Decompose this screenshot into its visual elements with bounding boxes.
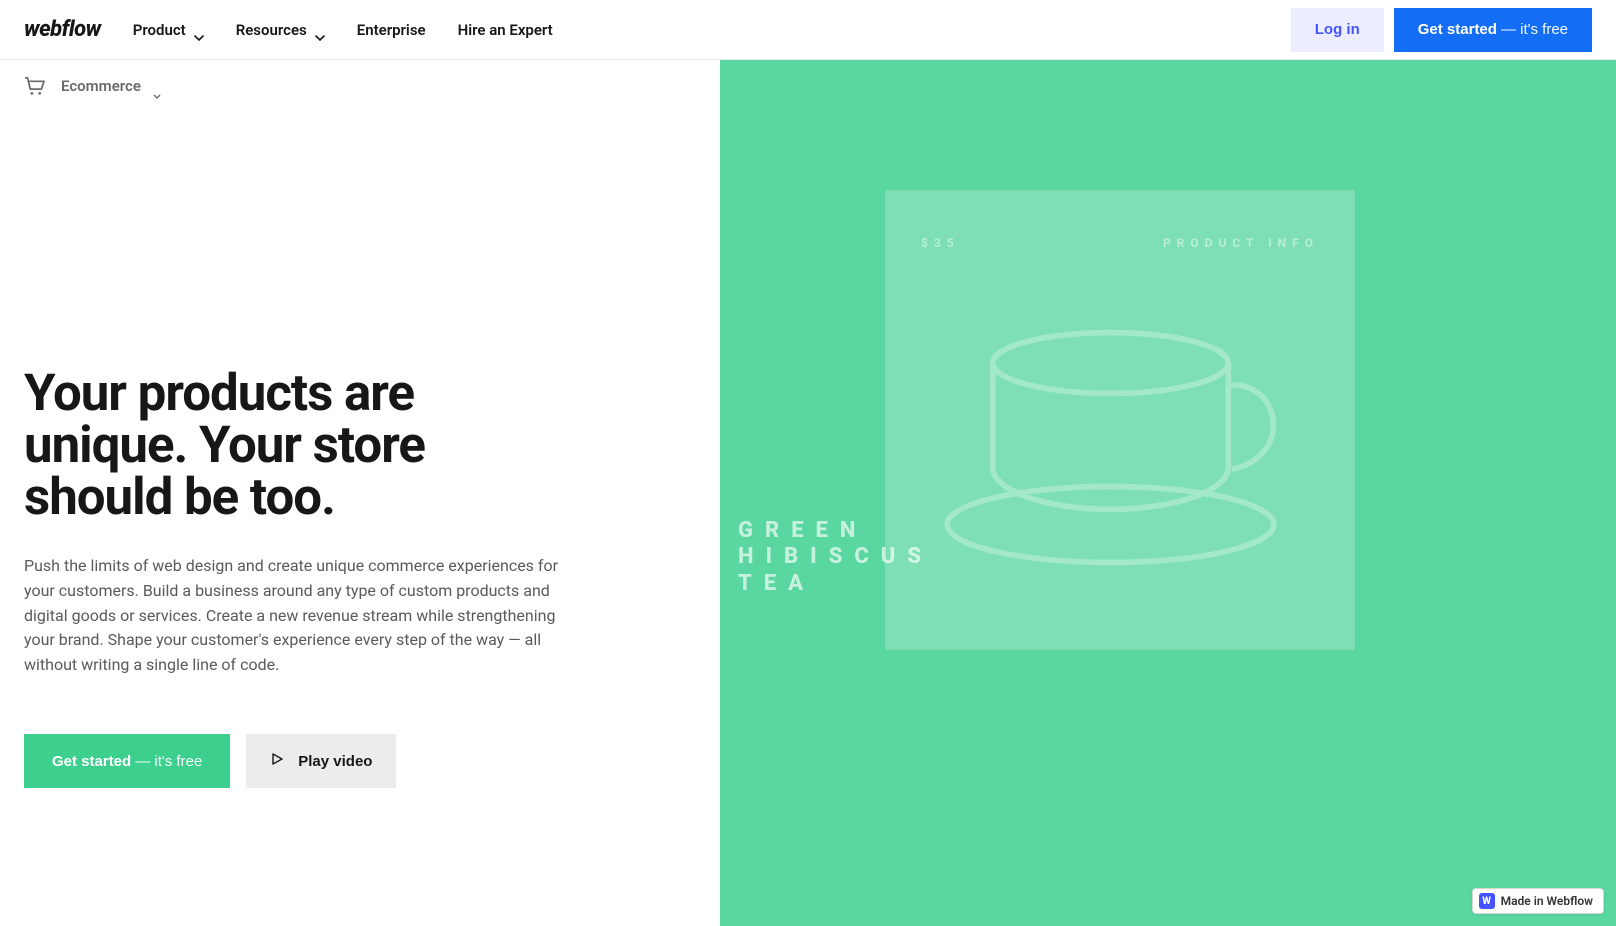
login-button[interactable]: Log in [1291, 8, 1384, 52]
play-icon [270, 752, 284, 770]
nav-item-label: Product [133, 21, 186, 39]
cta-prefix: Get started [52, 753, 131, 770]
product-title-line: GREEN [738, 518, 933, 544]
nav-menu: Product Resources Enterprise Hire an Exp… [133, 21, 553, 39]
hero-left: Your products are unique. Your store sho… [0, 60, 720, 926]
logo[interactable]: webflow [24, 17, 101, 42]
product-image [885, 190, 1355, 650]
hero-right: $35 PRODUCT INFO GREEN HIBISCUS TEA [720, 60, 1616, 926]
product-title-line: TEA [738, 571, 933, 597]
product-card-header: $35 PRODUCT INFO [921, 236, 1319, 250]
cta-prefix: Get started [1418, 21, 1497, 38]
webflow-mark-icon: W [1479, 893, 1495, 909]
made-in-webflow-badge[interactable]: W Made in Webflow [1472, 888, 1604, 914]
hero-heading: Your products are unique. Your store sho… [24, 368, 584, 524]
hero-cta-row: Get started — it's free Play video [24, 734, 696, 788]
cta-suffix: — it's free [135, 753, 202, 770]
chevron-down-icon [315, 27, 325, 33]
hero-get-started-button[interactable]: Get started — it's free [24, 734, 230, 788]
nav-actions: Log in Get started — it's free [1291, 8, 1592, 52]
play-video-label: Play video [298, 753, 372, 770]
hero-description: Push the limits of web design and create… [24, 554, 584, 678]
nav-item-hire-expert[interactable]: Hire an Expert [458, 21, 553, 39]
cta-suffix: — it's free [1501, 21, 1568, 38]
hero-section: Your products are unique. Your store sho… [0, 60, 1616, 926]
product-title: GREEN HIBISCUS TEA [738, 518, 933, 597]
nav-item-enterprise[interactable]: Enterprise [357, 21, 426, 39]
nav-item-resources[interactable]: Resources [236, 21, 325, 39]
product-title-line: HIBISCUS [738, 544, 933, 570]
nav-item-label: Resources [236, 21, 307, 39]
nav-item-product[interactable]: Product [133, 21, 204, 39]
chevron-down-icon [194, 27, 204, 33]
product-price: $35 [921, 236, 960, 250]
top-nav: webflow Product Resources Enterprise Hir… [0, 0, 1616, 60]
play-video-button[interactable]: Play video [246, 734, 396, 788]
nav-item-label: Enterprise [357, 21, 426, 39]
get-started-button[interactable]: Get started — it's free [1394, 8, 1592, 52]
product-info-label: PRODUCT INFO [1163, 236, 1319, 250]
product-card: $35 PRODUCT INFO [885, 190, 1355, 650]
nav-item-label: Hire an Expert [458, 21, 553, 39]
badge-label: Made in Webflow [1501, 894, 1593, 908]
